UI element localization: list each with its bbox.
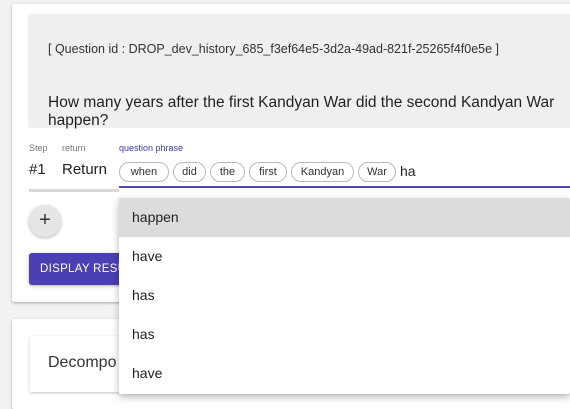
dropdown-option[interactable]: happen <box>119 198 570 237</box>
decomposition-title: Decompo <box>48 354 117 371</box>
phrase-chip[interactable]: first <box>249 162 287 182</box>
phrase-chip[interactable]: did <box>173 162 206 182</box>
dropdown-option[interactable]: have <box>119 354 570 393</box>
autocomplete-dropdown: happen have has has have <box>119 198 570 394</box>
phrase-chip[interactable]: when <box>119 162 169 182</box>
add-step-button[interactable]: + <box>29 205 61 237</box>
return-label: return <box>62 143 86 153</box>
step-number: #1 <box>29 161 46 178</box>
phrase-chip[interactable]: the <box>210 162 245 182</box>
question-phrase-label: question phrase <box>119 143 184 153</box>
step-divider <box>29 189 119 192</box>
dropdown-option[interactable]: has <box>119 276 570 315</box>
dropdown-option[interactable]: have <box>119 237 570 276</box>
return-value-select[interactable]: Return <box>62 161 107 178</box>
question-id: [ Question id : DROP_dev_history_685_f3e… <box>48 42 500 56</box>
question-phrase-input[interactable] <box>400 160 520 182</box>
phrase-chip[interactable]: Kandyan <box>291 162 354 182</box>
dropdown-option[interactable]: has <box>119 315 570 354</box>
question-phrase-field[interactable]: when did the first Kandyan War <box>119 156 570 188</box>
phrase-chip[interactable]: War <box>358 162 396 182</box>
step-label: Step <box>29 143 48 153</box>
question-text: How many years after the first Kandyan W… <box>48 94 555 129</box>
